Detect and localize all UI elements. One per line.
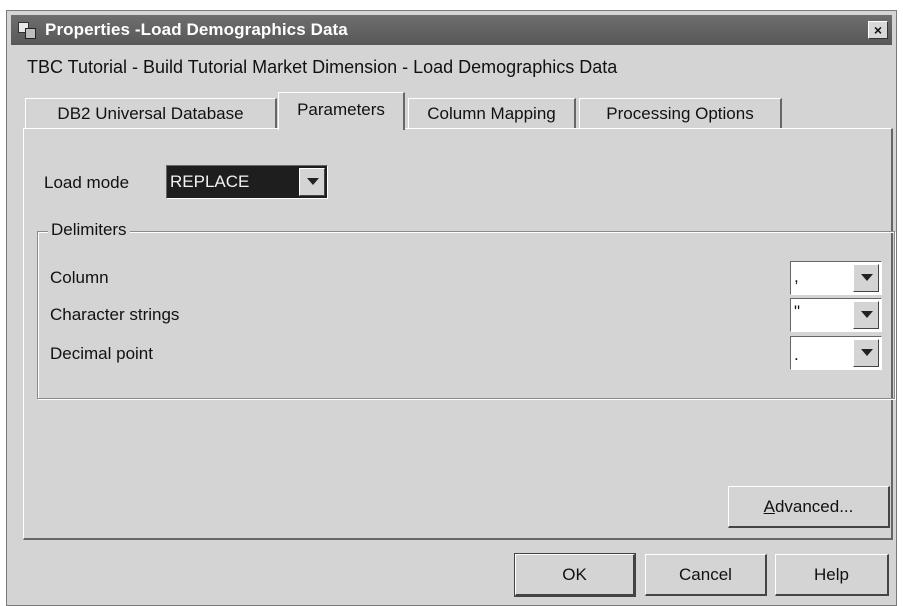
chevron-down-icon[interactable]	[299, 168, 325, 196]
help-button-label: Help	[814, 565, 849, 584]
window-title: Properties -Load Demographics Data	[45, 20, 348, 39]
character-strings-value: "	[794, 302, 801, 321]
decimal-point-value: .	[794, 345, 799, 364]
close-button[interactable]: ×	[868, 21, 888, 39]
ok-button-label: OK	[562, 565, 587, 584]
advanced-button[interactable]: Advanced...	[728, 486, 890, 528]
tab-processing-options[interactable]: Processing Options	[579, 98, 782, 128]
character-strings-label: Character strings	[50, 305, 180, 324]
tab-label: Processing Options	[606, 104, 754, 123]
character-strings-select[interactable]: "	[790, 298, 882, 332]
delimiters-group: Delimiters Column , Character strings " …	[37, 220, 895, 399]
cancel-button[interactable]: Cancel	[645, 554, 767, 596]
decimal-point-select[interactable]: .	[790, 336, 882, 370]
chevron-down-icon[interactable]	[853, 301, 879, 329]
parameters-panel: Load mode REPLACE Delimiters Column , Ch…	[23, 128, 895, 540]
tab-column-mapping[interactable]: Column Mapping	[408, 98, 576, 128]
cancel-button-label: Cancel	[679, 565, 732, 584]
ok-button[interactable]: OK	[514, 553, 636, 597]
column-delimiter-label: Column	[50, 268, 109, 287]
tab-label: Parameters	[297, 100, 385, 119]
title-bar: Properties -Load Demographics Data ×	[11, 15, 892, 45]
decimal-point-label: Decimal point	[50, 344, 153, 363]
tab-parameters[interactable]: Parameters	[278, 92, 405, 130]
object-path-label: TBC Tutorial - Build Tutorial Market Dim…	[27, 57, 618, 77]
chevron-down-icon[interactable]	[853, 264, 879, 292]
help-button[interactable]: Help	[775, 554, 889, 596]
advanced-button-label: dvanced...	[774, 497, 854, 516]
chevron-down-icon[interactable]	[853, 339, 879, 367]
load-mode-value: REPLACE	[170, 172, 250, 191]
column-delimiter-select[interactable]: ,	[790, 261, 882, 295]
tab-db2-universal-database[interactable]: DB2 Universal Database	[25, 98, 277, 128]
properties-dialog: Properties -Load Demographics Data × TBC…	[6, 10, 897, 606]
app-icon	[17, 20, 37, 40]
tab-label: DB2 Universal Database	[57, 104, 244, 123]
column-delimiter-value: ,	[794, 267, 799, 286]
load-mode-label: Load mode	[44, 173, 130, 192]
delimiters-group-title: Delimiters	[48, 220, 130, 240]
load-mode-select[interactable]: REPLACE	[166, 165, 328, 199]
advanced-access-key: A	[763, 497, 775, 516]
tab-label: Column Mapping	[427, 104, 556, 123]
